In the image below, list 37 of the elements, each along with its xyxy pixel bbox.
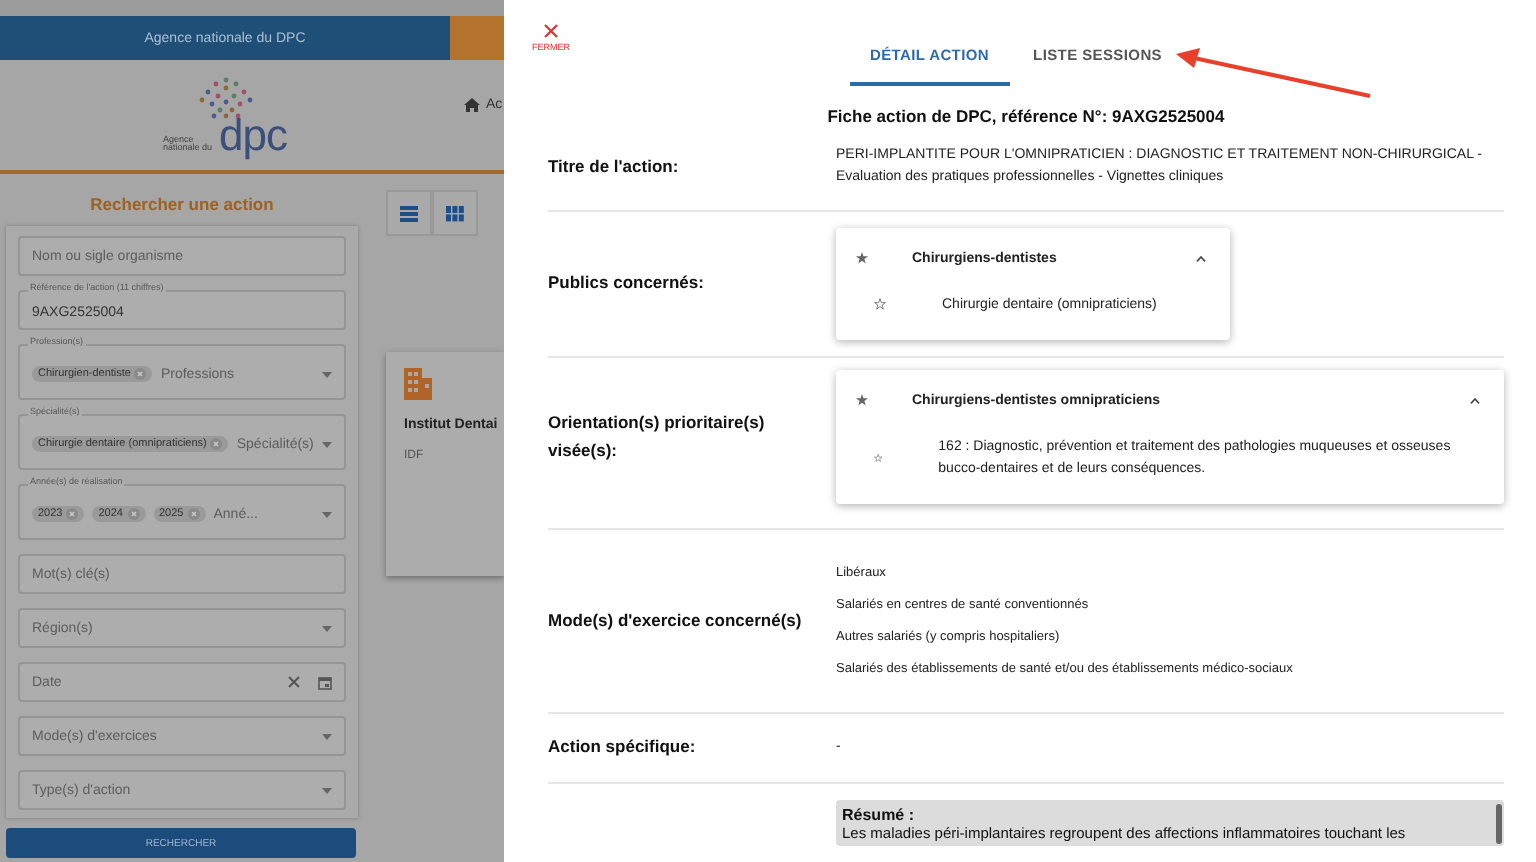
- view-toggle-button[interactable]: [432, 190, 478, 236]
- chip-remove-icon[interactable]: [187, 508, 200, 520]
- field-label: Publics concernés:: [548, 269, 706, 296]
- chip-remove-icon[interactable]: [127, 508, 139, 520]
- building-icon: [404, 368, 432, 400]
- star-icon: [856, 394, 868, 407]
- field-label: Mode(s) d'exercice concerné(s): [548, 607, 804, 634]
- summary-title: Résumé :: [842, 805, 917, 824]
- dropdown-caret-icon: [322, 625, 332, 631]
- field-label: Action spécifique:: [548, 734, 698, 761]
- scrollbar-thumb[interactable]: [1496, 803, 1502, 844]
- search-title: Rechercher une action: [88, 194, 276, 214]
- chip-remove-icon[interactable]: [134, 368, 147, 380]
- logo-wordmark: dpc: [219, 115, 287, 155]
- dropdown-caret-icon: [322, 787, 332, 793]
- star-outline-icon: [874, 452, 883, 465]
- chip-remove-icon[interactable]: [66, 508, 79, 520]
- calendar-icon[interactable]: [318, 675, 332, 689]
- star-icon: [856, 252, 868, 265]
- action-heading: Fiche action de DPC, référence N°: 9AXG2525004: [825, 106, 1227, 126]
- close-icon: [544, 24, 558, 38]
- dropdown-caret-icon: [322, 511, 332, 517]
- list-icon: [400, 205, 418, 221]
- chevron-icon[interactable]: [1470, 397, 1480, 404]
- view-toggle-button[interactable]: [386, 190, 432, 236]
- dropdown-caret-icon: [322, 371, 332, 377]
- banner-accent: [450, 16, 504, 60]
- clear-icon[interactable]: [288, 676, 300, 688]
- dropdown-caret-icon: [322, 733, 332, 739]
- grid-icon: [446, 205, 464, 221]
- chevron-icon[interactable]: [1196, 255, 1206, 262]
- star-outline-icon: [874, 298, 886, 311]
- chip-remove-icon[interactable]: [210, 438, 223, 450]
- field-label: Titre de l'action:: [548, 154, 681, 181]
- home-icon[interactable]: [464, 98, 480, 112]
- field-label: Orientation(s) prioritaire(s) visée(s):: [548, 409, 767, 464]
- dropdown-caret-icon: [322, 441, 332, 447]
